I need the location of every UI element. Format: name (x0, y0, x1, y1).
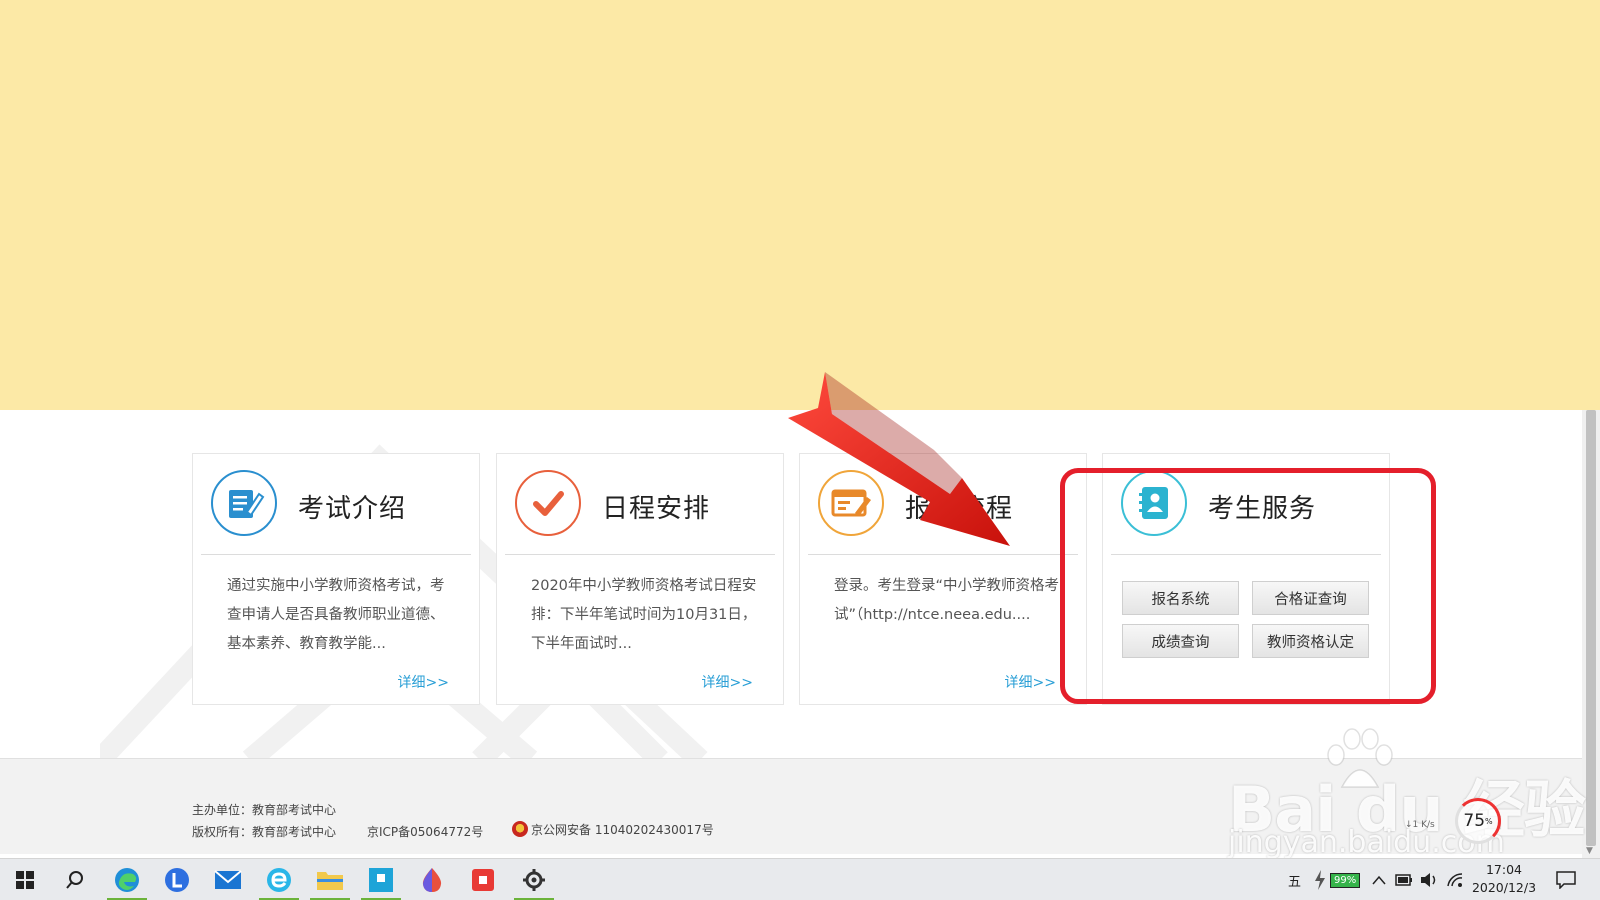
more-link[interactable]: 详细>> (1005, 672, 1056, 692)
police-badge-icon (512, 821, 528, 837)
wifi-icon[interactable] (1446, 859, 1464, 900)
divider (201, 554, 471, 555)
memory-usage-ring: 75% (1455, 798, 1501, 844)
notification-icon[interactable] (1556, 859, 1576, 900)
annotation-arrow (788, 372, 1010, 546)
browser-e-icon[interactable] (256, 859, 302, 900)
card-title: 日程安排 (602, 494, 711, 524)
highlight-frame (1060, 468, 1436, 704)
battery-percent: 99% (1330, 872, 1361, 888)
more-link[interactable]: 详细>> (702, 672, 753, 692)
checkmark-icon (515, 470, 581, 536)
paint-drop-icon[interactable] (409, 859, 455, 900)
start-icon[interactable] (2, 859, 48, 900)
usage-percent-sign: % (1485, 816, 1493, 826)
clock[interactable]: 17:04 2020/12/3 (1464, 861, 1544, 897)
chevron-up-icon[interactable] (1372, 859, 1386, 900)
file-explorer-icon[interactable] (307, 859, 353, 900)
settings-icon[interactable] (511, 859, 557, 900)
record-app-icon[interactable] (460, 859, 506, 900)
volume-icon[interactable] (1420, 859, 1438, 900)
more-link[interactable]: 详细>> (398, 672, 449, 692)
footer-police-text: 京公网安备 11040202430017号 (531, 823, 714, 837)
footer-icp-link[interactable]: 京ICP备05064772号 (367, 823, 483, 840)
card-exam-intro: 考试介绍 通过实施中小学教师资格考试，考查申请人是否具备教师职业道德、基本素养、… (192, 453, 480, 705)
card-summary: 通过实施中小学教师资格考试，考查申请人是否具备教师职业道德、基本素养、教育教学能… (227, 578, 445, 652)
footer-copyright: 版权所有：教育部考试中心 (192, 825, 337, 839)
power-icon[interactable] (1314, 859, 1326, 900)
card-header: 考试介绍 (193, 454, 479, 556)
speed-rate: ↓1 K/s (1405, 820, 1435, 830)
top-banner (0, 0, 1600, 410)
card-header: 日程安排 (497, 454, 783, 556)
store-app-icon[interactable] (358, 859, 404, 900)
battery-indicator[interactable]: 99% (1330, 859, 1361, 900)
taskbar: 五 99% 17:04 2020/12/3 (0, 858, 1600, 900)
card-summary: 2020年中小学教师资格考试日程安排：下半年笔试时间为10月31日，下半年面试时… (531, 578, 757, 652)
document-edit-icon (211, 470, 277, 536)
clock-date: 2020/12/3 (1471, 880, 1537, 895)
ime-indicator[interactable]: 五 (1288, 859, 1301, 900)
network-speed-widget[interactable]: ↓1 K/s 75% (1405, 798, 1505, 844)
footer-police-record[interactable]: 京公网安备 11040202430017号 (512, 821, 714, 838)
card-title: 考试介绍 (298, 494, 407, 524)
scrollbar-thumb[interactable] (1586, 410, 1596, 846)
card-summary: 登录。考生登录“中小学教师资格考试”（http://ntce.neea.edu.… (834, 578, 1060, 623)
usage-percent: 75 (1463, 811, 1486, 831)
divider (808, 554, 1078, 555)
search-icon[interactable] (52, 859, 98, 900)
mail-icon[interactable] (205, 859, 251, 900)
footer-sponsor: 主办单位：教育部考试中心 (192, 803, 337, 817)
divider (505, 554, 775, 555)
l-app-icon[interactable] (154, 859, 200, 900)
battery-icon[interactable] (1395, 859, 1413, 900)
edge-icon[interactable] (104, 859, 150, 900)
card-schedule: 日程安排 2020年中小学教师资格考试日程安排：下半年笔试时间为10月31日，下… (496, 453, 784, 705)
scroll-down-icon[interactable]: ▼ (1586, 846, 1593, 856)
clock-time: 17:04 (1485, 862, 1523, 877)
